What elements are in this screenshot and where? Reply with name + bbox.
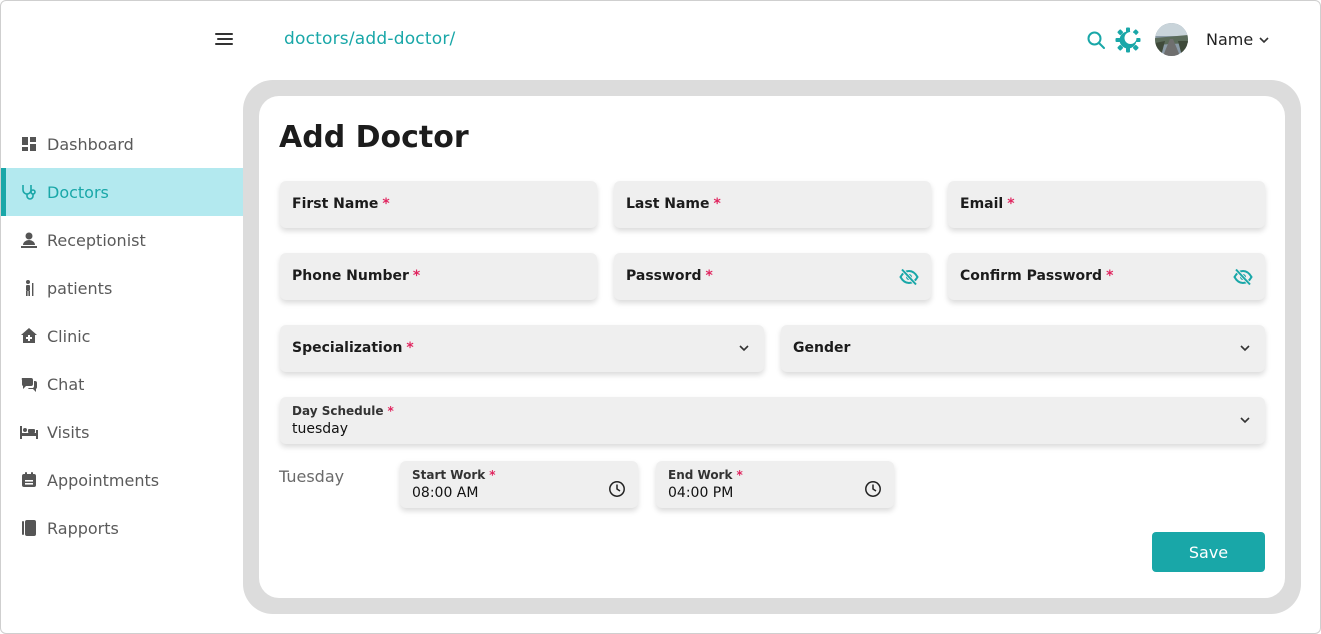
end-work-field[interactable]: End Work * 04:00 PM (656, 461, 894, 508)
eye-off-icon[interactable] (899, 267, 919, 287)
dashboard-icon (19, 134, 39, 154)
chevron-down-icon (1240, 345, 1250, 352)
bed-icon (19, 422, 39, 442)
eye-off-icon[interactable] (1233, 267, 1253, 287)
clock-icon[interactable] (608, 480, 626, 498)
sidebar-item-appointments[interactable]: Appointments (1, 456, 243, 504)
sidebar-item-visits[interactable]: Visits (1, 408, 243, 456)
confirm-password-label: Confirm Password (960, 268, 1103, 284)
required-mark: * (412, 268, 421, 284)
end-work-value: 04:00 PM (668, 485, 734, 501)
sidebar-item-label: Clinic (47, 326, 91, 346)
confirm-password-field[interactable]: Confirm Password * (948, 253, 1265, 300)
sidebar-item-label: Doctors (47, 182, 109, 202)
schedule-day-label: Tuesday (279, 467, 345, 486)
password-label: Password (626, 268, 702, 284)
required-mark: * (713, 196, 721, 212)
sidebar-item-clinic[interactable]: Clinic (1, 312, 243, 360)
password-field[interactable]: Password * (614, 253, 931, 300)
stethoscope-icon (19, 182, 39, 202)
email-field[interactable]: Email * (948, 181, 1265, 228)
required-mark: * (705, 268, 713, 284)
sidebar-item-label: Appointments (47, 470, 160, 490)
clock-icon[interactable] (864, 480, 882, 498)
user-name[interactable]: Name (1206, 30, 1253, 49)
day-schedule-value: tuesday (292, 421, 349, 437)
theme-toggle-icon[interactable] (1115, 27, 1141, 53)
save-button[interactable]: Save (1152, 532, 1265, 572)
receptionist-icon (19, 230, 39, 250)
sidebar-item-label: patients (47, 278, 113, 298)
breadcrumb[interactable]: doctors/add-doctor/ (284, 29, 455, 49)
chat-icon (19, 374, 39, 394)
sidebar-item-label: Receptionist (47, 230, 146, 250)
last-name-field[interactable]: Last Name * (614, 181, 931, 228)
required-mark: * (387, 404, 394, 418)
sidebar-item-chat[interactable]: Chat (1, 360, 243, 408)
specialization-label: Specialization (292, 340, 403, 356)
phone-number-label: Phone Number (292, 268, 409, 284)
page-title: Add Doctor (279, 120, 469, 155)
phone-number-field[interactable]: Phone Number * (280, 253, 597, 300)
sidebar-item-label: Chat (47, 374, 85, 394)
chevron-down-icon (1240, 417, 1250, 424)
sidebar-item-doctors[interactable]: Doctors (1, 168, 243, 216)
day-schedule-select[interactable]: Day Schedule * tuesday (280, 397, 1265, 444)
start-work-label: Start Work (412, 468, 486, 482)
start-work-field[interactable]: Start Work * 08:00 AM (400, 461, 638, 508)
sidebar: Dashboard Doctors Receptionist patients … (1, 120, 243, 552)
last-name-label: Last Name (626, 196, 710, 212)
sidebar-item-label: Dashboard (47, 134, 134, 154)
sidebar-item-label: Rapports (47, 518, 119, 538)
hamburger-menu-icon[interactable] (213, 31, 233, 47)
sidebar-item-receptionist[interactable]: Receptionist (1, 216, 243, 264)
end-work-label: End Work (668, 468, 733, 482)
gender-select[interactable]: Gender (781, 325, 1265, 372)
day-schedule-label: Day Schedule (292, 404, 384, 418)
sidebar-item-dashboard[interactable]: Dashboard (1, 120, 243, 168)
first-name-field[interactable]: First Name * (280, 181, 597, 228)
calendar-icon (19, 470, 39, 490)
gender-label: Gender (793, 340, 851, 356)
sidebar-item-label: Visits (47, 422, 90, 442)
required-mark: * (1106, 268, 1114, 284)
required-mark: * (382, 196, 390, 212)
required-mark: * (406, 340, 414, 356)
sidebar-item-rapports[interactable]: Rapports (1, 504, 243, 552)
app-window: doctors/add-doctor/ Name Dashboard Docto… (0, 0, 1321, 634)
start-work-value: 08:00 AM (412, 485, 479, 501)
sidebar-item-patients[interactable]: patients (1, 264, 243, 312)
avatar[interactable] (1155, 23, 1188, 56)
email-label: Email (960, 196, 1004, 212)
first-name-label: First Name (292, 196, 379, 212)
chevron-down-icon (739, 345, 749, 352)
report-icon (19, 518, 39, 538)
specialization-select[interactable]: Specialization * (280, 325, 764, 372)
chevron-down-icon[interactable] (1258, 35, 1270, 45)
required-mark: * (1007, 196, 1015, 212)
required-mark: * (736, 468, 743, 482)
patient-icon (19, 278, 39, 298)
required-mark: * (489, 468, 496, 482)
clinic-icon (19, 326, 39, 346)
search-icon[interactable] (1086, 30, 1106, 50)
